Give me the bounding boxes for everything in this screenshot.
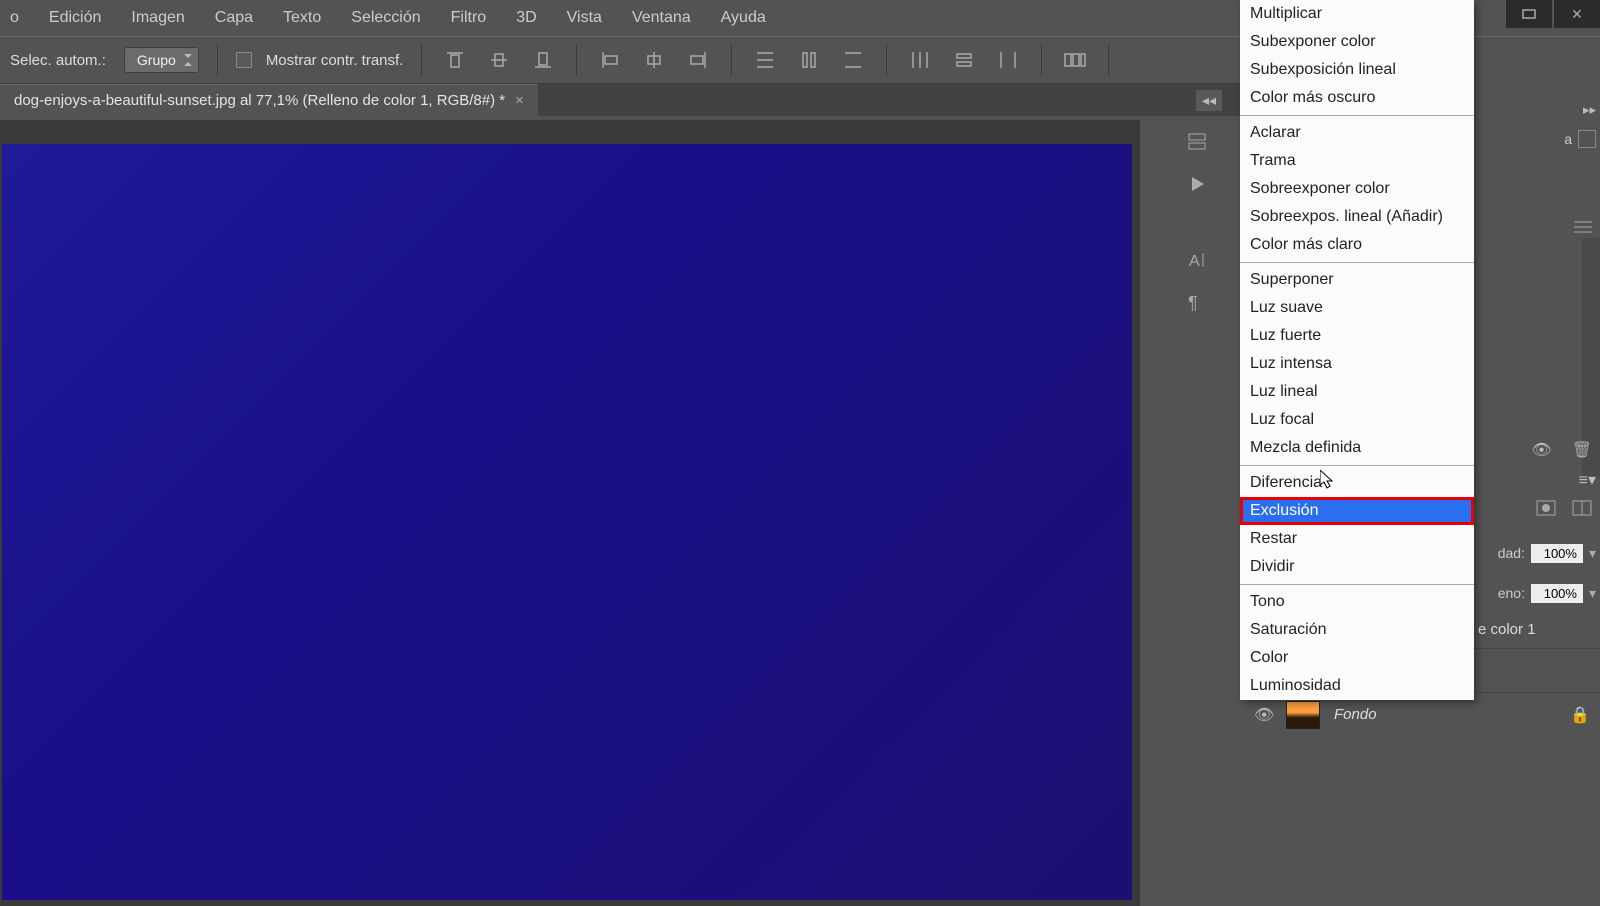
cursor-icon [1320, 470, 1336, 490]
opacity-label: dad: [1498, 545, 1525, 561]
blend-item-multiplicar[interactable]: Multiplicar [1240, 0, 1474, 28]
svg-text:¶: ¶ [1188, 293, 1198, 313]
distribute-top-icon[interactable] [750, 45, 780, 75]
svg-text:A: A [1189, 253, 1200, 270]
menu-selection[interactable]: Selección [351, 9, 420, 27]
layer-thumbnail[interactable] [1286, 701, 1320, 729]
opacity-control: dad: 100% ▾ [1460, 536, 1600, 570]
fill-input[interactable]: 100% [1531, 584, 1583, 603]
blend-item-luz-intensa[interactable]: Luz intensa [1240, 350, 1474, 378]
fill-control: eno: 100% ▾ [1474, 576, 1600, 610]
actions-panel-icon[interactable] [1183, 170, 1211, 198]
opacity-dropdown-icon[interactable]: ▾ [1589, 545, 1596, 562]
blend-item-luz-suave[interactable]: Luz suave [1240, 294, 1474, 322]
distribute-hcenter-icon[interactable] [949, 45, 979, 75]
close-tab-icon[interactable]: × [515, 92, 524, 109]
blend-item-sobreexpos-lineal[interactable]: Sobreexpos. lineal (Añadir) [1240, 203, 1474, 231]
distribute-bottom-icon[interactable] [838, 45, 868, 75]
blend-item-aclarar[interactable]: Aclarar [1240, 119, 1474, 147]
menu-3d[interactable]: 3D [516, 9, 536, 27]
blend-item-color-mas-claro[interactable]: Color más claro [1240, 231, 1474, 259]
panel-menu-2-icon[interactable]: ≡▾ [1579, 470, 1596, 490]
align-top-icon[interactable] [440, 45, 470, 75]
window-maximize-button[interactable] [1506, 0, 1552, 28]
align-hcenter-icon[interactable] [639, 45, 669, 75]
fill-label: eno: [1498, 585, 1525, 601]
blend-mode-menu: Multiplicar Subexponer color Subexposici… [1240, 0, 1474, 700]
panel-label-partial: a [1564, 131, 1572, 147]
opacity-input[interactable]: 100% [1531, 544, 1583, 563]
auto-select-dropdown[interactable]: Grupo [124, 47, 199, 73]
distribute-vcenter-icon[interactable] [794, 45, 824, 75]
canvas-area [0, 120, 1140, 906]
blend-item-luminosidad[interactable]: Luminosidad [1240, 672, 1474, 700]
window-close-button[interactable]: ✕ [1554, 0, 1600, 28]
blend-item-tono[interactable]: Tono [1240, 588, 1474, 616]
blend-item-color-mas-oscuro[interactable]: Color más oscuro [1240, 84, 1474, 112]
mask-icon[interactable] [1536, 500, 1556, 516]
layer-partial-name: e color 1 [1478, 621, 1536, 638]
layer-visibility-icon[interactable]: 👁 [1254, 705, 1272, 725]
distribute-left-icon[interactable] [905, 45, 935, 75]
properties-icon[interactable] [1572, 500, 1592, 516]
auto-align-icon[interactable] [1060, 45, 1090, 75]
show-transform-checkbox[interactable] [236, 52, 252, 68]
character-panel-icon[interactable]: A [1183, 246, 1211, 274]
align-right-icon[interactable] [683, 45, 713, 75]
paragraph-panel-icon[interactable]: ¶ [1183, 288, 1211, 316]
blend-item-diferencia[interactable]: Diferencia [1240, 469, 1474, 497]
panel-swatch[interactable] [1578, 130, 1596, 148]
blend-item-saturacion[interactable]: Saturación [1240, 616, 1474, 644]
panel-expand-icon[interactable]: ▸▸ [1583, 102, 1596, 118]
lock-icon[interactable]: 🔒 [1570, 705, 1590, 725]
auto-select-label: Selec. autom.: [10, 52, 106, 69]
collapse-panels-icon[interactable]: ◂◂ [1196, 90, 1222, 111]
blend-item-dividir[interactable]: Dividir [1240, 553, 1474, 581]
menu-edit[interactable]: Edición [49, 9, 101, 27]
blend-item-luz-lineal[interactable]: Luz lineal [1240, 378, 1474, 406]
blend-item-subexponer-color[interactable]: Subexponer color [1240, 28, 1474, 56]
layer-name[interactable]: Fondo [1334, 706, 1377, 723]
blend-item-luz-focal[interactable]: Luz focal [1240, 406, 1474, 434]
menu-text[interactable]: Texto [283, 9, 321, 27]
menu-help[interactable]: Ayuda [721, 9, 766, 27]
panel-menu-icon[interactable] [1574, 220, 1594, 238]
menu-view[interactable]: Vista [567, 9, 602, 27]
blend-item-restar[interactable]: Restar [1240, 525, 1474, 553]
adjustment-visibility-icon[interactable]: 👁 [1531, 440, 1551, 460]
menu-filter[interactable]: Filtro [451, 9, 487, 27]
menu-image[interactable]: Imagen [131, 9, 184, 27]
distribute-right-icon[interactable] [993, 45, 1023, 75]
collapsed-panel-strip: A ¶ [1180, 120, 1214, 316]
menu-window[interactable]: Ventana [632, 9, 691, 27]
align-left-icon[interactable] [595, 45, 625, 75]
canvas[interactable] [2, 144, 1132, 900]
blend-item-sobreexponer-color[interactable]: Sobreexponer color [1240, 175, 1474, 203]
menu-layer[interactable]: Capa [215, 9, 253, 27]
menu-file[interactable]: o [10, 9, 19, 27]
blend-item-mezcla-definida[interactable]: Mezcla definida [1240, 434, 1474, 462]
fill-dropdown-icon[interactable]: ▾ [1589, 585, 1596, 602]
blend-item-superponer[interactable]: Superponer [1240, 266, 1474, 294]
align-vcenter-icon[interactable] [484, 45, 514, 75]
show-transform-label: Mostrar contr. transf. [266, 52, 404, 69]
blend-item-exclusion[interactable]: Exclusión [1240, 497, 1474, 525]
align-bottom-icon[interactable] [528, 45, 558, 75]
document-tab[interactable]: dog-enjoys-a-beautiful-sunset.jpg al 77,… [0, 84, 538, 116]
blend-item-subexposicion-lineal[interactable]: Subexposición lineal [1240, 56, 1474, 84]
blend-item-color[interactable]: Color [1240, 644, 1474, 672]
adjustment-delete-icon[interactable]: 🗑 [1572, 440, 1592, 460]
window-controls: ✕ [1504, 0, 1600, 28]
history-panel-icon[interactable] [1183, 128, 1211, 156]
document-tab-title: dog-enjoys-a-beautiful-sunset.jpg al 77,… [14, 92, 505, 109]
right-panels: ▸▸ a 👁 🗑 ≡▾ [1474, 40, 1600, 906]
blend-item-trama[interactable]: Trama [1240, 147, 1474, 175]
blend-item-luz-fuerte[interactable]: Luz fuerte [1240, 322, 1474, 350]
